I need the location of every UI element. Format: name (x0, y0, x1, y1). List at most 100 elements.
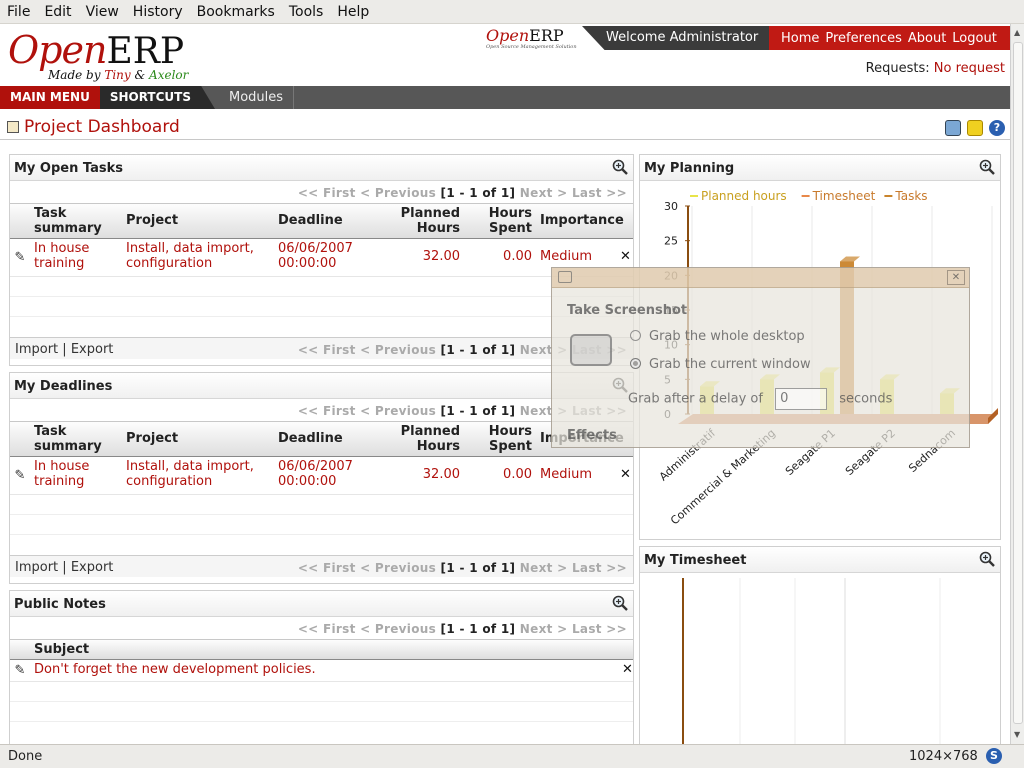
col-hours-spent[interactable]: Hours Spent (464, 204, 536, 238)
table-row[interactable]: ✎ In house training Install, data import… (10, 239, 633, 277)
menu-view[interactable]: View (79, 4, 126, 20)
table-row[interactable]: ✎ In house training Install, data import… (10, 457, 633, 495)
vertical-scrollbar[interactable]: ▲ ▼ (1010, 24, 1024, 744)
menu-bookmarks[interactable]: Bookmarks (190, 4, 282, 20)
pager-next[interactable]: Next > (520, 622, 568, 636)
menu-edit[interactable]: Edit (37, 4, 78, 20)
pager-next[interactable]: Next > (520, 561, 568, 575)
zoom-icon[interactable] (612, 595, 628, 611)
col-task-summary[interactable]: Task summary (30, 422, 122, 456)
scroll-thumb[interactable] (1013, 42, 1023, 724)
pager-last[interactable]: Last >> (572, 186, 627, 200)
requests-info: Requests: No request (866, 61, 1005, 76)
col-project[interactable]: Project (122, 204, 274, 238)
page-title-row: Project Dashboard ? (0, 112, 1010, 140)
logo-open: Open (8, 28, 107, 72)
sync-icon[interactable]: S (986, 748, 1002, 764)
export-link[interactable]: Export (71, 560, 114, 575)
col-hours-spent[interactable]: Hours Spent (464, 422, 536, 456)
import-link[interactable]: Import (15, 560, 58, 575)
radio-current-window[interactable]: Grab the current window (630, 357, 811, 372)
col-planned-hours[interactable]: Planned Hours (384, 422, 464, 456)
y-tick-label: 30 (664, 200, 678, 213)
grid-footer: Import | Export << First < Previous [1 -… (10, 555, 633, 577)
menu-help[interactable]: Help (330, 4, 376, 20)
close-icon[interactable]: ✕ (947, 270, 965, 285)
edit-pencil-icon[interactable]: ✎ (10, 660, 30, 681)
delete-icon[interactable]: ✕ (616, 457, 631, 494)
pager-next[interactable]: Next > (520, 186, 568, 200)
link-home[interactable]: Home (781, 31, 819, 46)
welcome-banner: Welcome Administrator (582, 26, 770, 50)
col-subject[interactable]: Subject (30, 640, 93, 659)
delay-unit: seconds (839, 391, 893, 407)
zoom-icon[interactable] (979, 159, 995, 175)
pager-last[interactable]: Last >> (572, 622, 627, 636)
screen-icon[interactable] (945, 120, 961, 136)
col-task-summary[interactable]: Task summary (30, 204, 122, 238)
cell-task[interactable]: In house training (30, 239, 122, 276)
pager-range: [1 - 1 of 1] (440, 343, 516, 357)
pager-previous[interactable]: < Previous (360, 622, 436, 636)
zoom-icon[interactable] (612, 159, 628, 175)
delete-icon[interactable]: ✕ (618, 660, 633, 681)
openerp-logo[interactable]: OpenERP Made by Tiny & Axelor (8, 28, 188, 82)
scroll-down-arrow-icon[interactable]: ▼ (1014, 730, 1020, 739)
pager-previous[interactable]: < Previous (360, 343, 436, 357)
help-icon[interactable]: ? (989, 120, 1005, 136)
scroll-up-arrow-icon[interactable]: ▲ (1014, 28, 1020, 37)
portlet-header: My Timesheet (640, 547, 1000, 573)
menu-history[interactable]: History (126, 4, 190, 20)
logo-erp: ERP (106, 31, 185, 72)
pager-previous[interactable]: < Previous (360, 404, 436, 418)
portlet-title: My Timesheet (644, 553, 747, 568)
edit-pencil-icon[interactable]: ✎ (10, 457, 30, 494)
table-row[interactable]: ✎ Don't forget the new development polic… (10, 660, 633, 682)
legend-label-0: Planned hours (701, 189, 787, 203)
export-link[interactable]: Export (71, 342, 114, 357)
requests-link[interactable]: No request (934, 61, 1005, 76)
grid-header: Task summary Project Deadline Planned Ho… (10, 203, 633, 239)
link-preferences[interactable]: Preferences (825, 31, 901, 46)
col-deadline[interactable]: Deadline (274, 422, 384, 456)
cell-project[interactable]: Install, data import, configuration (122, 239, 274, 276)
pager-previous[interactable]: < Previous (360, 561, 436, 575)
top-links: Home Preferences About Logout (769, 26, 1010, 50)
logo-tiny: Tiny (104, 68, 131, 82)
pager-first[interactable]: << First (298, 561, 356, 575)
shortcuts-button[interactable]: SHORTCUTS (99, 86, 215, 109)
menu-file[interactable]: File (0, 4, 37, 20)
import-link[interactable]: Import (15, 342, 58, 357)
cell-subject[interactable]: Don't forget the new development policie… (30, 660, 618, 681)
col-planned-hours[interactable]: Planned Hours (384, 204, 464, 238)
radio-whole-desktop[interactable]: Grab the whole desktop (630, 329, 805, 344)
pager-last[interactable]: Last >> (572, 561, 627, 575)
browser-menubar: File Edit View History Bookmarks Tools H… (0, 0, 1024, 24)
pager-first[interactable]: << First (298, 404, 356, 418)
shortcut-modules[interactable]: Modules (219, 86, 295, 109)
logo-axelor: Axelor (149, 68, 189, 82)
link-logout[interactable]: Logout (952, 31, 997, 46)
legend-label-1: Timesheet (812, 189, 876, 203)
col-project[interactable]: Project (122, 422, 274, 456)
star-icon[interactable] (967, 120, 983, 136)
pager-first[interactable]: << First (298, 622, 356, 636)
col-importance[interactable]: Importance (536, 204, 624, 238)
pager-previous[interactable]: < Previous (360, 186, 436, 200)
col-deadline[interactable]: Deadline (274, 204, 384, 238)
pager-first[interactable]: << First (298, 343, 356, 357)
pager-first[interactable]: << First (298, 186, 356, 200)
pager-range: [1 - 1 of 1] (440, 622, 516, 636)
edit-pencil-icon[interactable]: ✎ (10, 239, 30, 276)
menu-tools[interactable]: Tools (282, 4, 331, 20)
cell-project[interactable]: Install, data import, configuration (122, 457, 274, 494)
delay-spinner[interactable]: 0 (775, 388, 828, 410)
cell-importance: Medium (540, 467, 592, 482)
main-menu-button[interactable]: MAIN MENU (0, 86, 100, 109)
zoom-icon[interactable] (979, 551, 995, 567)
pager-bottom: << First < Previous [1 - 1 of 1] Next > … (298, 556, 633, 578)
delay-row: Grab after a delay of 0 seconds (628, 388, 892, 410)
cell-task[interactable]: In house training (30, 457, 122, 494)
status-text: Done (8, 749, 43, 764)
link-about[interactable]: About (908, 31, 946, 46)
